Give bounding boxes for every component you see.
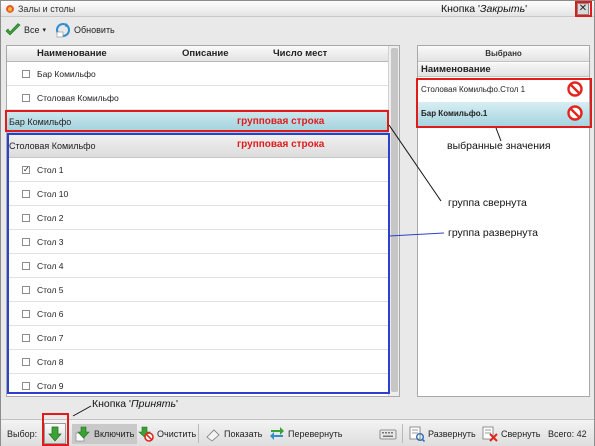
separator [198, 424, 199, 443]
separator [402, 424, 403, 443]
include-label: Включить [94, 429, 135, 439]
collapse-icon [482, 426, 498, 442]
arrow-down-icon [48, 426, 62, 442]
show-button[interactable]: Показать [205, 424, 262, 444]
include-icon [75, 426, 90, 442]
accept-button[interactable] [44, 423, 66, 444]
annotation-arrow [388, 124, 442, 202]
collapse-button[interactable]: Свернуть [482, 424, 540, 444]
invert-label: Перевернуть [288, 429, 343, 439]
clear-label: Очистить [157, 429, 197, 439]
clear-icon [138, 426, 154, 442]
accept-button-annotation: Кнопка 'Принять' [92, 398, 178, 410]
collapse-label: Свернуть [501, 429, 541, 439]
invert-button[interactable]: Перевернуть [269, 424, 342, 444]
include-button[interactable]: Включить [72, 424, 138, 444]
group-collapsed-annotation: группа свернута [448, 197, 527, 209]
invert-icon [270, 427, 284, 440]
expand-label: Развернуть [428, 429, 476, 439]
annotation-arrow [72, 405, 92, 417]
group-expanded-annotation: группа развернута [448, 227, 539, 239]
selected-values-annotation: выбранные значения [447, 140, 551, 152]
expand-icon [409, 426, 425, 442]
expand-button[interactable]: Развернуть [409, 424, 476, 444]
bottom-bar: Выбор: Включить Очистить Показать Переве… [1, 419, 594, 446]
show-label: Показать [224, 429, 263, 439]
show-icon [206, 429, 220, 442]
annotation-arrows [72, 124, 502, 417]
window: Залы и столы Кнопка 'Закрыть' ✕ Все ▾ Об… [0, 0, 595, 446]
keyboard-icon [379, 429, 397, 440]
keyboard-button[interactable] [379, 424, 397, 444]
annotation-arrow [388, 232, 445, 237]
total-count: Всего: 42 [548, 429, 587, 439]
selection-label: Выбор: [7, 429, 38, 439]
clear-button[interactable]: Очистить [138, 424, 196, 444]
